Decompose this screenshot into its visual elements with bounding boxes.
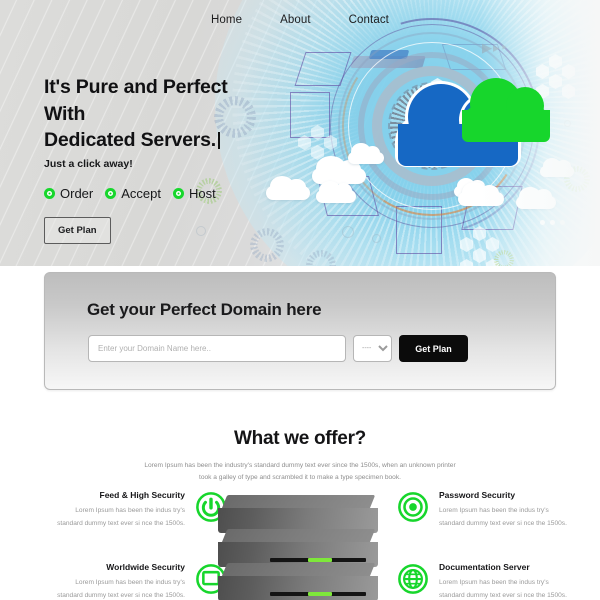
feature-title: Worldwide Security: [106, 562, 185, 572]
domain-search-section: Get your Perfect Domain here ---- Get Pl…: [0, 266, 600, 402]
hero-heading-line-3-wrap: Dedicated Servers.: [44, 127, 304, 154]
feature-text: Worldwide Security Lorem Ipsum has been …: [52, 562, 185, 600]
feature-body: Lorem Ipsum has been the indus try's sta…: [57, 579, 185, 599]
feature-text: Documentation Server Lorem Ipsum has bee…: [439, 562, 572, 600]
server-unit: [218, 495, 378, 533]
feature-item-feed-high-security: Feed & High Security Lorem Ipsum has bee…: [52, 490, 228, 531]
globe-icon: [396, 562, 430, 596]
server-indicator-strip: [270, 592, 366, 596]
hero-bullet-order: Order: [44, 186, 93, 201]
hero-heading-line-3: Dedicated Servers.: [44, 129, 216, 152]
hero-bullet-host: Host: [172, 185, 216, 201]
feature-title: Password Security: [439, 490, 516, 500]
nav-item-home[interactable]: Home: [211, 14, 242, 26]
domain-extension-select[interactable]: ----: [353, 335, 392, 362]
feature-item-worldwide-security: Worldwide Security Lorem Ipsum has been …: [52, 562, 228, 600]
feature-item-documentation-server: Documentation Server Lorem Ipsum has bee…: [396, 562, 572, 600]
green-cloud-body: [462, 110, 550, 142]
decorative-cloud: [348, 143, 384, 164]
feature-title: Feed & High Security: [99, 490, 186, 500]
main-navigation: Home About Contact: [0, 14, 600, 26]
feature-text: Password Security Lorem Ipsum has been t…: [439, 490, 572, 531]
server-front-face: [218, 576, 378, 600]
nav-item-about[interactable]: About: [280, 14, 311, 26]
decorative-cloud: [316, 180, 356, 203]
decorative-cloud: [312, 156, 366, 184]
green-dot-icon: [105, 187, 117, 199]
hero-heading: It's Pure and Perfect With Dedicated Ser…: [44, 74, 304, 154]
bokeh-dot: [342, 226, 354, 238]
server-stack-illustration: [218, 495, 378, 600]
nav-item-contact[interactable]: Contact: [349, 14, 389, 26]
hero-bullet-list: Order Accept Host: [44, 186, 304, 201]
hero-bullet-label: Host: [188, 185, 216, 201]
hero-bullet-accept: Accept: [105, 186, 161, 201]
landing-page: ▶▸‣ Home About Contact It's Pure and Per…: [0, 0, 600, 600]
hero-get-plan-button[interactable]: Get Plan: [44, 216, 111, 244]
hero-subheading: Just a click away!: [44, 157, 133, 170]
server-led-indicator: [308, 592, 332, 596]
domain-get-plan-button[interactable]: Get Plan: [399, 335, 468, 362]
hero-heading-line-1: It's Pure and Perfect: [44, 76, 228, 98]
feature-body: Lorem Ipsum has been the indus try's sta…: [57, 507, 185, 527]
feature-body: Lorem Ipsum has been the indus try's sta…: [439, 579, 567, 599]
server-unit: [218, 563, 378, 600]
offer-description: Lorem Ipsum has been the industry's stan…: [144, 462, 456, 482]
domain-search-title: Get your Perfect Domain here: [87, 300, 322, 319]
feature-text: Feed & High Security Lorem Ipsum has bee…: [52, 490, 185, 531]
hero-bullet-label: Order: [60, 185, 94, 201]
green-dot-icon: [172, 187, 184, 199]
hero-heading-line-2: With: [44, 102, 86, 125]
feature-title: Documentation Server: [439, 562, 530, 572]
feature-item-password-security: Password Security Lorem Ipsum has been t…: [396, 490, 572, 531]
hero-bullet-label: Accept: [121, 185, 161, 201]
domain-search-panel: Get your Perfect Domain here ---- Get Pl…: [44, 272, 556, 390]
text-cursor: [218, 131, 220, 149]
server-unit: [218, 529, 378, 567]
target-icon: [396, 490, 430, 524]
offer-title: What we offer?: [234, 428, 366, 449]
green-dot-icon: [44, 187, 55, 199]
hero-content: It's Pure and Perfect With Dedicated Ser…: [44, 74, 304, 244]
hero-section: ▶▸‣ Home About Contact It's Pure and Per…: [0, 0, 600, 266]
server-indicator-strip: [270, 558, 366, 562]
server-led-indicator: [308, 558, 332, 562]
feature-body: Lorem Ipsum has been the indus try's sta…: [439, 507, 567, 527]
bokeh-dot: [372, 234, 381, 243]
domain-search-form: ---- Get Plan: [88, 335, 468, 362]
domain-name-input[interactable]: [88, 335, 346, 362]
